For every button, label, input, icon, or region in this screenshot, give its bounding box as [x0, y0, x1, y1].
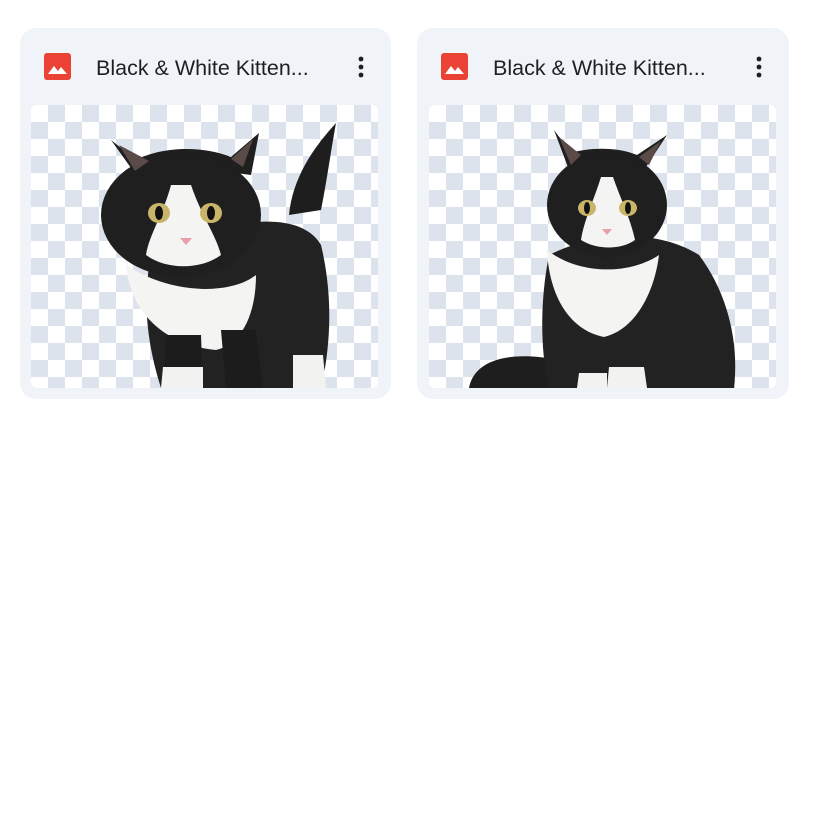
file-card-header: Black & White Kitten...	[417, 28, 789, 106]
sitting-kitten-image	[469, 130, 736, 388]
more-options-button[interactable]	[747, 50, 771, 84]
standing-kitten-image	[101, 123, 336, 388]
file-grid: Black & White Kitten... Black & White Ki…	[20, 28, 789, 399]
image-file-icon	[441, 53, 468, 80]
image-file-icon	[44, 53, 71, 80]
file-thumbnail[interactable]	[31, 105, 378, 388]
file-card-1[interactable]: Black & White Kitten...	[20, 28, 391, 399]
more-vert-icon	[756, 56, 762, 78]
more-vert-icon	[358, 56, 364, 78]
file-name: Black & White Kitten...	[96, 56, 309, 80]
more-options-button[interactable]	[349, 50, 373, 84]
file-name: Black & White Kitten...	[493, 56, 706, 80]
file-card-header: Black & White Kitten...	[20, 28, 391, 106]
file-thumbnail[interactable]	[429, 105, 776, 388]
file-card-2[interactable]: Black & White Kitten...	[417, 28, 789, 399]
